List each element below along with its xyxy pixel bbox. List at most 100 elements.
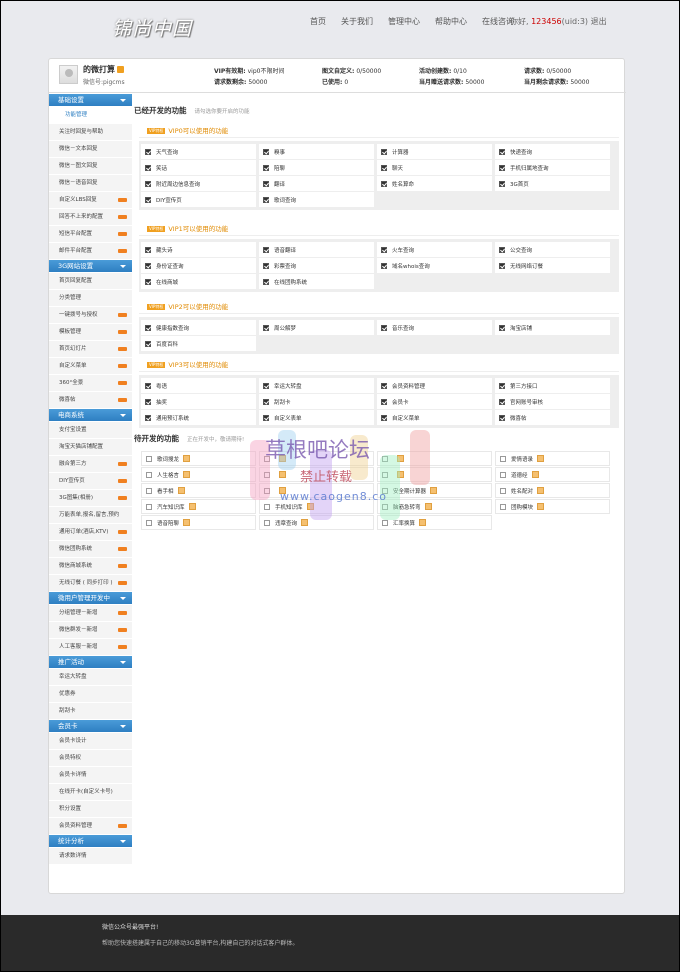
feature-option[interactable]: 淘宝店铺 [495, 320, 610, 335]
feature-option[interactable]: 陪聊 [259, 160, 374, 175]
logout-link[interactable]: 退出 [591, 17, 607, 26]
checkbox-checked-icon[interactable] [499, 398, 505, 405]
feature-option[interactable]: 域名whois查询 [377, 258, 492, 273]
sidebar-item[interactable]: DIY宣传页 [49, 473, 132, 490]
sidebar-item[interactable]: 支付宝设置 [49, 422, 132, 439]
feature-option[interactable]: 粤语 [141, 378, 256, 393]
feature-option[interactable]: 藏头诗 [141, 242, 256, 257]
checkbox-checked-icon[interactable] [263, 148, 269, 155]
sidebar-item[interactable]: 回答不上来的配置 [49, 209, 132, 226]
feature-option[interactable]: 天气查询 [141, 144, 256, 159]
feature-option[interactable]: 笑话 [141, 160, 256, 175]
feature-option[interactable]: DIY宣传页 [141, 192, 256, 207]
feature-option[interactable]: 3G首页 [495, 176, 610, 191]
checkbox-checked-icon[interactable] [263, 164, 269, 171]
sidebar-item[interactable]: 微信团购系统 [49, 541, 132, 558]
feature-option[interactable]: 幸运大转盘 [259, 378, 374, 393]
sidebar-item[interactable]: 会员特权 [49, 750, 132, 767]
checkbox-checked-icon[interactable] [263, 180, 269, 187]
sidebar-item[interactable]: 360°全景 [49, 375, 132, 392]
sidebar-section-header[interactable]: 会员卡 [49, 720, 132, 733]
checkbox-checked-icon[interactable] [381, 398, 387, 405]
sidebar-section-header[interactable]: 统计分析 [49, 835, 132, 848]
checkbox-checked-icon[interactable] [263, 382, 269, 389]
checkbox-checked-icon[interactable] [145, 262, 151, 269]
checkbox-checked-icon[interactable] [263, 262, 269, 269]
checkbox-checked-icon[interactable] [145, 398, 151, 405]
feature-option[interactable]: 自定义菜单 [377, 410, 492, 425]
checkbox-checked-icon[interactable] [381, 246, 387, 253]
sidebar-item[interactable]: 短信平台配置 [49, 226, 132, 243]
checkbox-checked-icon[interactable] [381, 324, 387, 331]
sidebar-item[interactable]: 刮刮卡 [49, 703, 132, 720]
feature-option[interactable]: 聊天 [377, 160, 492, 175]
sidebar-item[interactable]: 会员卡设计 [49, 733, 132, 750]
checkbox-checked-icon[interactable] [145, 278, 151, 285]
checkbox-checked-icon[interactable] [263, 324, 269, 331]
sidebar-item[interactable]: 关注时回复与帮助 [49, 124, 132, 141]
checkbox-checked-icon[interactable] [499, 414, 505, 421]
checkbox-checked-icon[interactable] [499, 164, 505, 171]
sidebar-item[interactable]: 分类管理 [49, 290, 132, 307]
feature-option[interactable]: 通用预订系统 [141, 410, 256, 425]
sidebar-item[interactable]: 微喜帖 [49, 392, 132, 409]
feature-option[interactable]: 附近周边信息查询 [141, 176, 256, 191]
sidebar-item[interactable]: 微信群发－新增 [49, 622, 132, 639]
checkbox-checked-icon[interactable] [263, 246, 269, 253]
sidebar-section-header[interactable]: 微用户管理开发中 [49, 592, 132, 605]
feature-option[interactable]: 音乐查询 [377, 320, 492, 335]
sidebar-item[interactable]: 一键拨号与授权 [49, 307, 132, 324]
sidebar-item[interactable]: 邮件平台配置 [49, 243, 132, 260]
checkbox-checked-icon[interactable] [145, 414, 151, 421]
checkbox-checked-icon[interactable] [381, 180, 387, 187]
checkbox-checked-icon[interactable] [499, 382, 505, 389]
sidebar-item[interactable]: 优惠券 [49, 686, 132, 703]
nav-home[interactable]: 首页 [310, 16, 326, 27]
checkbox-checked-icon[interactable] [499, 262, 505, 269]
sidebar-item[interactable]: 幸运大转盘 [49, 669, 132, 686]
feature-option[interactable]: 翻译 [259, 176, 374, 191]
checkbox-checked-icon[interactable] [263, 398, 269, 405]
sidebar-item[interactable]: 人工客服－新增 [49, 639, 132, 656]
feature-option[interactable]: 手机归属地查询 [495, 160, 610, 175]
sidebar-item[interactable]: 融合第三方 [49, 456, 132, 473]
checkbox-checked-icon[interactable] [499, 180, 505, 187]
sidebar-item[interactable]: 自定义菜单 [49, 358, 132, 375]
feature-option[interactable]: 身份证查询 [141, 258, 256, 273]
feature-option[interactable]: 在线商城 [141, 274, 256, 289]
sidebar-item[interactable]: 首页幻灯片 [49, 341, 132, 358]
checkbox-checked-icon[interactable] [263, 414, 269, 421]
sidebar-item[interactable]: 在线开卡(自定义卡号) [49, 784, 132, 801]
feature-option[interactable]: 周公解梦 [259, 320, 374, 335]
checkbox-checked-icon[interactable] [381, 164, 387, 171]
sidebar-item[interactable]: 淘宝天猫店铺配置 [49, 439, 132, 456]
checkbox-checked-icon[interactable] [499, 148, 505, 155]
sidebar-item[interactable]: 通用订单(酒店,KTV) [49, 524, 132, 541]
feature-option[interactable]: 会员资料管理 [377, 378, 492, 393]
feature-option[interactable]: 语音翻译 [259, 242, 374, 257]
feature-option[interactable]: 会员卡 [377, 394, 492, 409]
sidebar-item[interactable]: 请求数详情 [49, 848, 132, 865]
checkbox-checked-icon[interactable] [145, 246, 151, 253]
sidebar-item[interactable]: 模板管理 [49, 324, 132, 341]
sidebar-item[interactable]: 分组管理－新增 [49, 605, 132, 622]
feature-option[interactable]: 抽奖 [141, 394, 256, 409]
feature-option[interactable]: 无线网络订餐 [495, 258, 610, 273]
sidebar-item[interactable]: 自定义LBS回复 [49, 192, 132, 209]
feature-option[interactable]: 百度百科 [141, 336, 256, 351]
checkbox-checked-icon[interactable] [145, 324, 151, 331]
site-logo[interactable]: 锦尚中国 [112, 14, 192, 41]
checkbox-checked-icon[interactable] [145, 180, 151, 187]
sidebar-item[interactable]: 积分设置 [49, 801, 132, 818]
checkbox-checked-icon[interactable] [145, 340, 151, 347]
checkbox-checked-icon[interactable] [263, 196, 269, 203]
sidebar-item[interactable]: 会员卡详情 [49, 767, 132, 784]
checkbox-checked-icon[interactable] [381, 262, 387, 269]
sidebar-item[interactable]: 微信－图文回复 [49, 158, 132, 175]
checkbox-checked-icon[interactable] [145, 196, 151, 203]
checkbox-checked-icon[interactable] [381, 414, 387, 421]
sidebar-section-header[interactable]: 3G网站设置 [49, 260, 132, 273]
feature-option[interactable]: 糗事 [259, 144, 374, 159]
sidebar-item[interactable]: 功能管理 [49, 107, 132, 124]
sidebar-item[interactable]: 3G图集(相册) [49, 490, 132, 507]
